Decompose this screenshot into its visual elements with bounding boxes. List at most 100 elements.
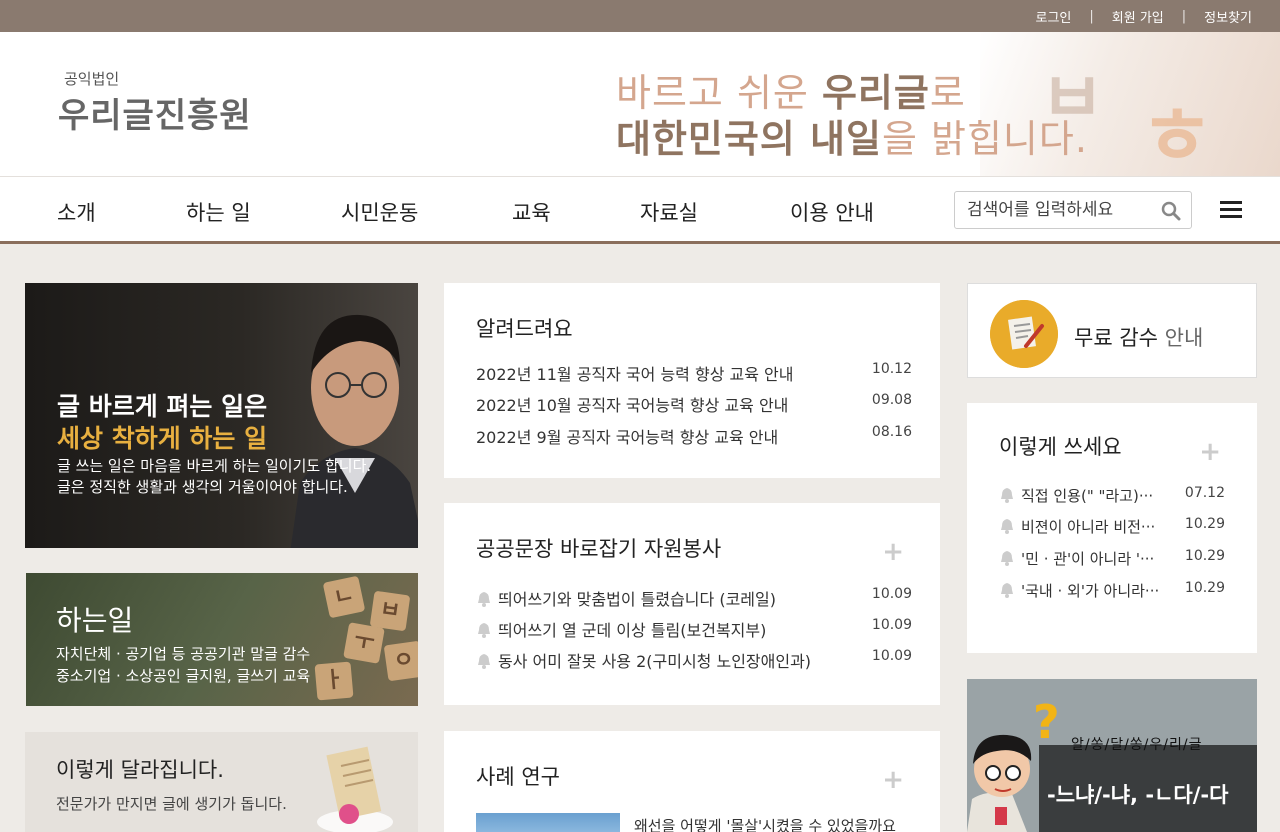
case-study-panel: 사례 연구 + 왜선을 어떻게 '몰살'시켰을 수 있었을까요: [444, 731, 940, 832]
bell-icon: [1001, 519, 1013, 534]
item-text: 2022년 9월 공직자 국어능력 향상 교육 안내: [476, 428, 779, 447]
volunteer-panel: 공공문장 바로잡기 자원봉사 + 띄어쓰기와 맞춤법이 틀렸습니다 (코레일) …: [444, 503, 940, 705]
nav-item-guide[interactable]: 이용 안내: [790, 197, 874, 227]
case-thumbnail[interactable]: [476, 813, 620, 832]
list-item[interactable]: 동사 어미 잘못 사용 2(구미시청 노인장애인과) 10.09: [476, 648, 912, 671]
item-text: 띄어쓰기 열 군데 이상 틀림(보건복지부): [498, 621, 767, 640]
change-title: 이렇게 달라집니다.: [56, 758, 224, 782]
notice-panel: 알려드려요 2022년 11월 공직자 국어 능력 향상 교육 안내 10.12…: [444, 283, 940, 478]
slogan-part: 을 밝힙니다.: [881, 117, 1088, 161]
search-icon[interactable]: [1161, 201, 1181, 221]
bell-icon: [1001, 551, 1013, 566]
site-logo[interactable]: 우리글진흥원: [58, 88, 252, 137]
bell-icon: [478, 623, 490, 638]
separator: |: [1181, 8, 1187, 24]
list-item[interactable]: 2022년 11월 공직자 국어 능력 향상 교육 안내 10.12: [476, 361, 912, 384]
hero-text-1: 글 쓰는 일은 마음을 바르게 하는 일이기도 합니다.: [57, 457, 372, 475]
comic-banner[interactable]: ? 알/쏭/달/쏭/우/리/글 -느냐/-냐, -ㄴ다/-다: [967, 679, 1257, 832]
item-date: 10.29: [1184, 516, 1225, 532]
free-proofreading-label: 무료 감수 안내: [1074, 322, 1203, 352]
document-scroll-icon: [317, 746, 393, 832]
list-item[interactable]: 띄어쓰기와 맞춤법이 틀렸습니다 (코레일) 10.09: [476, 586, 912, 609]
item-date: 10.29: [1184, 548, 1225, 564]
usage-guide-panel: 이렇게 쓰세요 + 직접 인용(" "라고)··· 07.12 비젼이 아니라 …: [967, 403, 1257, 653]
change-banner[interactable]: 이렇게 달라집니다. 전문가가 만지면 글에 생기가 돕니다.: [25, 732, 418, 832]
item-date: 10.12: [871, 361, 912, 377]
letter-tile: ㅂ: [369, 590, 411, 632]
item-date: 07.12: [1184, 485, 1225, 501]
label-suffix: 안내: [1157, 326, 1204, 350]
nav-item-resources[interactable]: 자료실: [640, 197, 698, 227]
letter-tile: ㅏ: [314, 661, 354, 701]
work-title: 하는일: [56, 604, 134, 637]
login-link[interactable]: 로그인: [1036, 7, 1072, 26]
nav-item-civic[interactable]: 시민운동: [341, 197, 418, 227]
list-item[interactable]: 2022년 9월 공직자 국어능력 향상 교육 안내 08.16: [476, 424, 912, 447]
list-item[interactable]: '국내 · 외'가 아니라··· 10.29: [999, 580, 1225, 602]
decor-letter: ㅎ: [1140, 90, 1214, 176]
item-text: '국내 · 외'가 아니라···: [1021, 582, 1160, 600]
letter-tile: ㄴ: [322, 575, 366, 619]
item-text: 비젼이 아니라 비전···: [1021, 518, 1156, 536]
list-item[interactable]: 띄어쓰기 열 군데 이상 틀림(보건복지부) 10.09: [476, 617, 912, 640]
work-text-1: 자치단체 · 공기업 등 공공기관 말글 감수: [56, 645, 311, 663]
hero-headline-2: 세상 착하게 하는 일: [57, 424, 268, 453]
list-item[interactable]: 직접 인용(" "라고)··· 07.12: [999, 485, 1225, 507]
more-plus-icon[interactable]: +: [1199, 437, 1221, 467]
item-text: '민 · 관'이 아니라 '···: [1021, 550, 1155, 568]
hero-banner[interactable]: 글 바르게 펴는 일은 세상 착하게 하는 일 글 쓰는 일은 마음을 바르게 …: [25, 283, 418, 548]
comic-chalk-text: -느냐/-냐, -ㄴ다/-다: [1047, 783, 1229, 807]
free-proofreading-card[interactable]: 무료 감수 안내: [967, 283, 1257, 378]
item-text: 직접 인용(" "라고)···: [1021, 487, 1154, 505]
work-text-2: 중소기업 · 소상공인 글지원, 글쓰기 교육: [56, 667, 311, 685]
logo-subtitle[interactable]: 공익법인: [64, 68, 119, 89]
signup-link[interactable]: 회원 가입: [1112, 7, 1164, 26]
item-date: 09.08: [871, 392, 912, 408]
item-text: 2022년 10월 공직자 국어능력 향상 교육 안내: [476, 396, 789, 415]
change-desc: 전문가가 만지면 글에 생기가 돕니다.: [56, 795, 287, 813]
bell-icon: [478, 654, 490, 669]
hamburger-menu-icon[interactable]: [1220, 201, 1242, 219]
item-date: 10.09: [871, 617, 912, 633]
list-item[interactable]: '민 · 관'이 아니라 '··· 10.29: [999, 548, 1225, 570]
hero-headline-1: 글 바르게 펴는 일은: [57, 392, 268, 421]
letter-tile: ㅜ: [343, 622, 385, 664]
portrait-image: [290, 314, 418, 548]
list-item[interactable]: 2022년 10월 공직자 국어능력 향상 교육 안내 09.08: [476, 392, 912, 415]
nav-item-work[interactable]: 하는 일: [186, 197, 251, 227]
item-date: 10.29: [1184, 580, 1225, 596]
search-input[interactable]: [967, 198, 1147, 222]
more-plus-icon[interactable]: +: [882, 765, 904, 795]
label-main: 무료 감수: [1074, 326, 1158, 350]
hero-text-2: 글은 정직한 생활과 생각의 거울이어야 합니다.: [57, 478, 348, 496]
usage-guide-title[interactable]: 이렇게 쓰세요: [999, 431, 1122, 461]
work-banner[interactable]: ㄴ ㅂ ㅜ ㅇ ㅏ 하는일 자치단체 · 공기업 등 공공기관 말글 감수 중소…: [26, 573, 418, 706]
item-text: 동사 어미 잘못 사용 2(구미시청 노인장애인과): [498, 652, 812, 671]
item-text: 띄어쓰기와 맞춤법이 틀렸습니다 (코레일): [498, 590, 776, 609]
more-plus-icon[interactable]: +: [882, 537, 904, 567]
notice-title[interactable]: 알려드려요: [476, 313, 573, 343]
cases-title[interactable]: 사례 연구: [476, 761, 560, 791]
search-box: [954, 191, 1192, 229]
slogan-line2: 대한민국의 내일을 밝힙니다.: [616, 108, 1088, 163]
site-header: ㅂ ㅎ 공익법인 우리글진흥원 바르고 쉬운 우리글로 대한민국의 내일을 밝힙…: [0, 32, 1280, 176]
question-mark-icon: ?: [1033, 695, 1060, 749]
bell-icon: [1001, 583, 1013, 598]
volunteer-title[interactable]: 공공문장 바로잡기 자원봉사: [476, 533, 721, 563]
letter-tile: ㅇ: [383, 640, 418, 682]
utility-links: 로그인 | 회원 가입 | 정보찾기: [1036, 0, 1253, 32]
bell-icon: [478, 592, 490, 607]
item-date: 08.16: [871, 424, 912, 440]
comic-heading: 알/쏭/달/쏭/우/리/글: [1071, 737, 1203, 753]
list-item[interactable]: 비젼이 아니라 비전··· 10.29: [999, 516, 1225, 538]
case-item-title[interactable]: 왜선을 어떻게 '몰살'시켰을 수 있었을까요: [634, 815, 896, 832]
find-info-link[interactable]: 정보찾기: [1204, 7, 1252, 26]
main-nav: 소개 하는 일 시민운동 교육 자료실 이용 안내: [0, 176, 1280, 244]
item-date: 10.09: [871, 586, 912, 602]
document-edit-icon: [990, 300, 1058, 368]
item-text: 2022년 11월 공직자 국어 능력 향상 교육 안내: [476, 365, 794, 384]
top-utility-bar: 로그인 | 회원 가입 | 정보찾기: [0, 0, 1280, 32]
nav-item-intro[interactable]: 소개: [57, 197, 96, 227]
nav-item-education[interactable]: 교육: [512, 197, 551, 227]
bell-icon: [1001, 488, 1013, 503]
